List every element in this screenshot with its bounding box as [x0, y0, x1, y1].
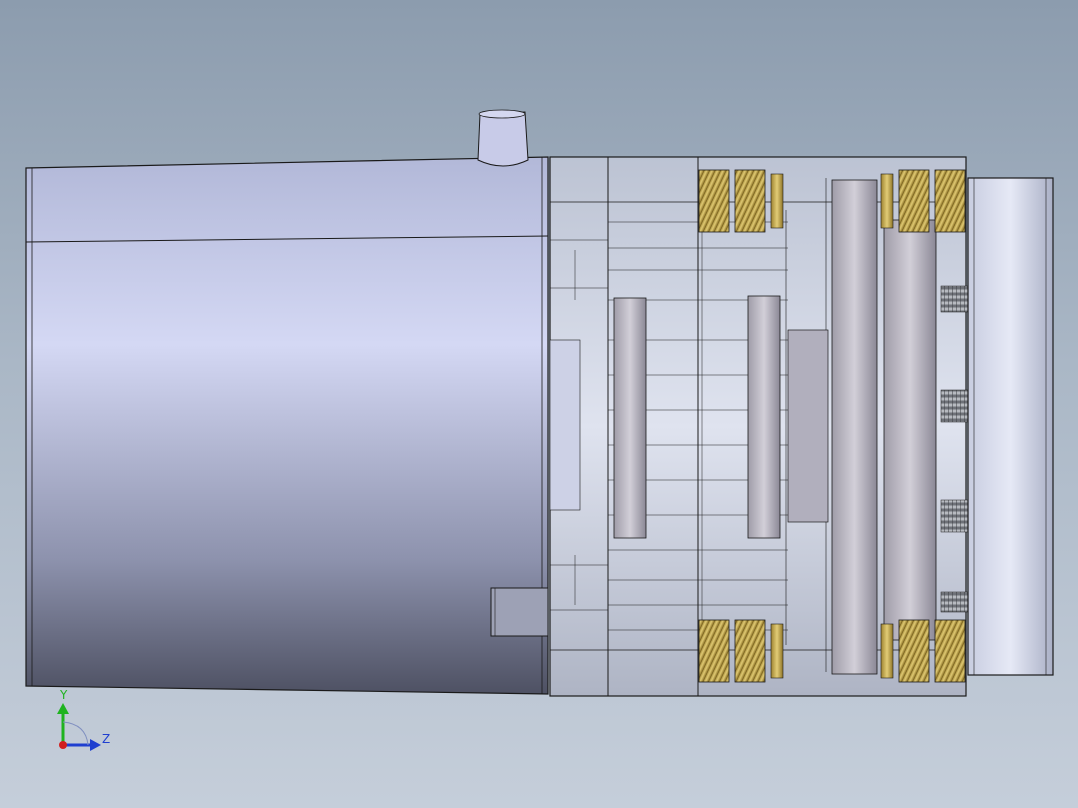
graphics-viewport[interactable]: Y Z — [0, 0, 1078, 808]
triad-y-label: Y — [60, 688, 68, 702]
triad-z-arrow-icon — [90, 739, 101, 751]
side-port[interactable] — [490, 587, 549, 637]
output-flange[interactable] — [967, 177, 1054, 676]
cable-gland[interactable] — [477, 109, 529, 167]
motor-housing[interactable] — [25, 156, 549, 695]
view-orientation-triad — [57, 703, 101, 751]
triad-x-origin-icon — [59, 741, 67, 749]
triad-corner-arc — [62, 721, 89, 746]
triad-z-label: Z — [102, 732, 111, 746]
cad-model[interactable] — [0, 0, 1078, 808]
triad-y-arrow-icon — [57, 703, 69, 714]
